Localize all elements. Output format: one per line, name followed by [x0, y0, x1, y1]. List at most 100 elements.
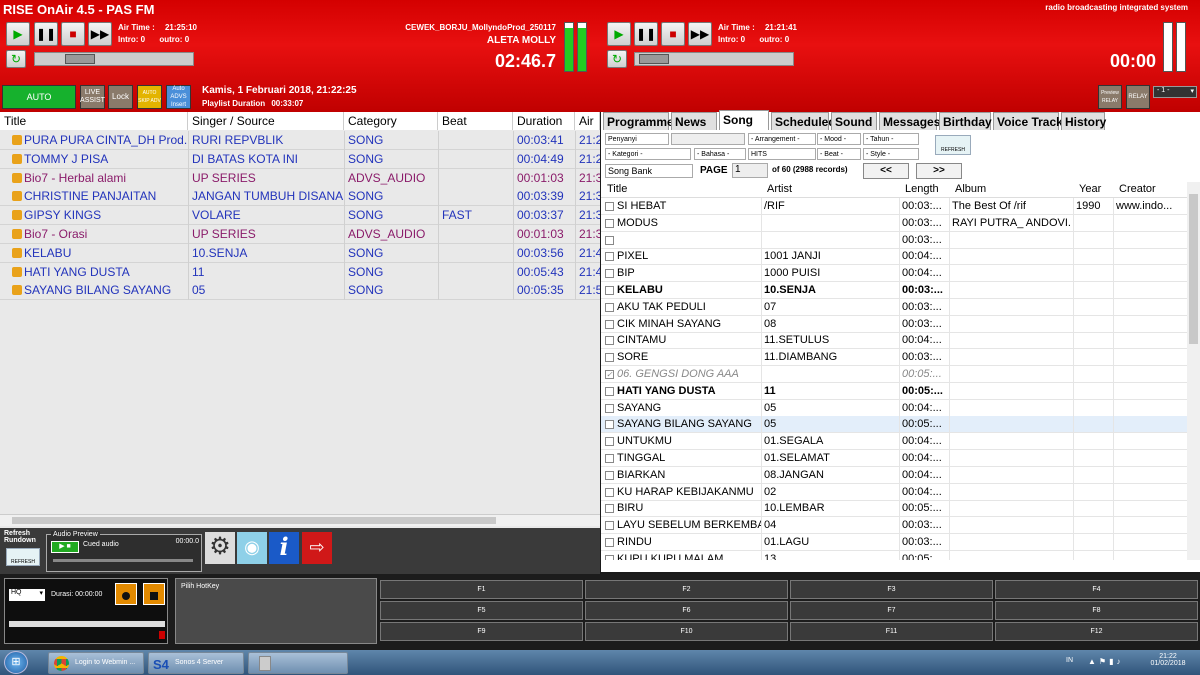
language-indicator[interactable]: IN	[1066, 657, 1073, 664]
row-checkbox[interactable]	[605, 235, 614, 245]
arrangement-select[interactable]: - Arrangement -	[748, 133, 816, 145]
row-checkbox[interactable]	[605, 487, 614, 497]
song-row[interactable]: RINDU 01.LAGU 00:03:...	[601, 534, 1187, 551]
stop-button[interactable]: ■	[61, 22, 85, 46]
tab-song[interactable]: Song	[719, 110, 769, 130]
tab-birthday[interactable]: Birthday	[939, 112, 992, 130]
row-checkbox[interactable]	[605, 470, 614, 480]
song-col-header[interactable]: Title	[607, 183, 627, 195]
tahun-select[interactable]: - Tahun -	[863, 133, 919, 145]
song-row[interactable]: PIXEL 1001 JANJI 00:04:...	[601, 248, 1187, 266]
pause-button[interactable]: ❚❚	[34, 22, 58, 46]
song-row[interactable]: MODUS 00:03:... RAYI PUTRA_ ANDOVI...	[601, 214, 1187, 232]
song-row[interactable]: SI HEBAT/RIF 00:03:... The Best Of /rif 199…	[601, 198, 1187, 215]
playlist-row[interactable]: SAYANG BILANG SAYANG 05 SONG 00:05:35 21:5	[0, 281, 600, 301]
song-row[interactable]: CINTAMU 11.SETULUS 00:04:...	[601, 332, 1187, 350]
row-checkbox[interactable]	[605, 521, 614, 531]
song-row[interactable]: KU HARAP KEBIJAKANMU 02 00:04:...	[601, 483, 1187, 501]
record-stop-button[interactable]	[143, 583, 165, 605]
tab-programme[interactable]: Programme	[603, 112, 674, 130]
song-row[interactable]: HATI YANG DUSTA 11 00:05:...	[601, 382, 1187, 400]
playlist-row[interactable]: TOMMY J PISA DI BATAS KOTA INI SONG 00:04:4…	[0, 149, 600, 169]
song-row[interactable]: CIK MINAH SAYANG 08 00:03:...	[601, 315, 1187, 333]
row-checkbox[interactable]	[605, 286, 614, 295]
playlist-col-header[interactable]: Category	[344, 112, 438, 130]
reload-button-2[interactable]: ↻	[607, 50, 627, 68]
playlist-hscrollbar[interactable]	[0, 514, 600, 526]
hotkey-f12[interactable]: F12	[995, 622, 1198, 641]
playlist-col-header[interactable]: Singer / Source	[188, 112, 344, 130]
row-checkbox[interactable]	[605, 252, 614, 262]
playlist-row[interactable]: KELABU 10.SENJA SONG 00:03:56 21:4	[0, 243, 600, 263]
hotkey-f8[interactable]: F8	[995, 601, 1198, 620]
tab-sound[interactable]: Sound	[831, 112, 877, 130]
hotkey-f6[interactable]: F6	[585, 601, 788, 620]
style-select[interactable]: - Style -	[863, 148, 919, 160]
playlist-col-header[interactable]: Title	[0, 112, 188, 130]
song-row[interactable]: ✓ 06. GENGSI DONG AAA 00:05:...	[601, 366, 1187, 383]
song-row[interactable]: TINGGAL 01.SELAMAT 00:04:...	[601, 450, 1187, 467]
next-page-button[interactable]: >>	[916, 163, 962, 179]
scroll-thumb[interactable]	[1189, 194, 1198, 344]
playlist-col-header[interactable]: Air T	[575, 112, 600, 146]
player2-position-slider[interactable]	[634, 52, 794, 66]
pause-button-2[interactable]: ❚❚	[634, 22, 658, 46]
prev-page-button[interactable]: <<	[863, 163, 909, 179]
info-icon[interactable]: i	[269, 532, 299, 564]
taskbar-sonos[interactable]: S4 Sonos 4 Server	[148, 652, 244, 674]
next-button-2[interactable]: ▶▶	[688, 22, 712, 46]
live-assist-button[interactable]: LIVE ASSIST	[80, 85, 105, 109]
song-vscrollbar[interactable]	[1187, 182, 1200, 560]
clock[interactable]: 21:22 01/02/2018	[1148, 653, 1188, 667]
tray-icons[interactable]: ▲⚑▮♪	[1088, 657, 1124, 666]
row-checkbox[interactable]	[605, 269, 614, 279]
start-button[interactable]: ⊞	[4, 651, 28, 674]
playlist-row[interactable]: PURA PURA CINTA_DH Prod... RURI REPVBLIK S…	[0, 131, 600, 150]
hotkey-f10[interactable]: F10	[585, 622, 788, 641]
tab-scheduled[interactable]: Scheduled	[771, 112, 836, 130]
song-row[interactable]: BIRU 10.LEMBAR 00:05:...	[601, 500, 1187, 518]
preview-play-button[interactable]: ▶ ■	[51, 541, 79, 553]
preview-relay-button[interactable]: Preview RELAY	[1098, 85, 1122, 109]
song-row[interactable]: SAYANG BILANG SAYANG 05 00:05:...	[601, 416, 1187, 434]
slider-knob[interactable]	[639, 54, 669, 64]
player1-position-slider[interactable]	[34, 52, 194, 66]
song-row[interactable]: KELABU 10.SENJA 00:03:...	[601, 282, 1187, 299]
song-row[interactable]: AKU TAK PEDULI 07 00:03:...	[601, 298, 1187, 316]
scroll-thumb[interactable]	[12, 517, 496, 524]
play-button[interactable]: ▶	[6, 22, 30, 46]
hotkey-f5[interactable]: F5	[380, 601, 583, 620]
song-col-header[interactable]: Album	[955, 183, 986, 195]
lock-button[interactable]: Lock	[108, 85, 133, 109]
row-checkbox[interactable]	[605, 454, 614, 463]
hotkey-f4[interactable]: F4	[995, 580, 1198, 599]
mood-select[interactable]: - Mood -	[817, 133, 861, 145]
playlist-row[interactable]: Bio7 - Orasi UP SERIES ADVS_AUDIO 00:01:03 2…	[0, 225, 600, 244]
slider-knob[interactable]	[65, 54, 95, 64]
refresh-rundown-button[interactable]: REFRESH	[6, 548, 40, 566]
page-input[interactable]: 1	[732, 163, 768, 178]
row-checkbox[interactable]	[605, 420, 614, 430]
song-row[interactable]: 00:03:...	[601, 231, 1187, 249]
row-checkbox[interactable]	[605, 554, 614, 560]
row-checkbox[interactable]: ✓	[605, 370, 614, 379]
next-button[interactable]: ▶▶	[88, 22, 112, 46]
refresh-filter-button[interactable]: REFRESH	[935, 135, 971, 155]
row-checkbox[interactable]	[605, 336, 614, 346]
row-checkbox[interactable]	[605, 504, 614, 514]
song-bank-select[interactable]: Song Bank	[605, 164, 693, 178]
bahasa-select[interactable]: - Bahasa -	[694, 148, 746, 160]
playlist-row[interactable]: HATI YANG DUSTA 11 SONG 00:05:43 21:4	[0, 262, 600, 282]
eye-icon[interactable]: ◉	[237, 532, 267, 564]
hits-select[interactable]: HITS	[748, 148, 816, 160]
song-col-header[interactable]: Length	[905, 183, 939, 195]
song-row[interactable]: SORE 11.DIAMBANG 00:03:...	[601, 349, 1187, 367]
tab-voice-track[interactable]: Voice Track	[993, 112, 1063, 130]
tab-messages[interactable]: Messages	[879, 112, 940, 130]
play-button-2[interactable]: ▶	[607, 22, 631, 46]
song-row[interactable]: KUPU KUPU MALAM 13 00:05:...	[601, 550, 1187, 560]
penyanyi-select[interactable]: Penyanyi	[605, 133, 669, 145]
playlist-col-header[interactable]: Beat	[438, 112, 513, 130]
auto-skip-adv-button[interactable]: AUTO SKIP ADV	[137, 85, 162, 109]
playlist-row[interactable]: Bio7 - Herbal alami UP SERIES ADVS_AUDIO 00…	[0, 168, 600, 188]
